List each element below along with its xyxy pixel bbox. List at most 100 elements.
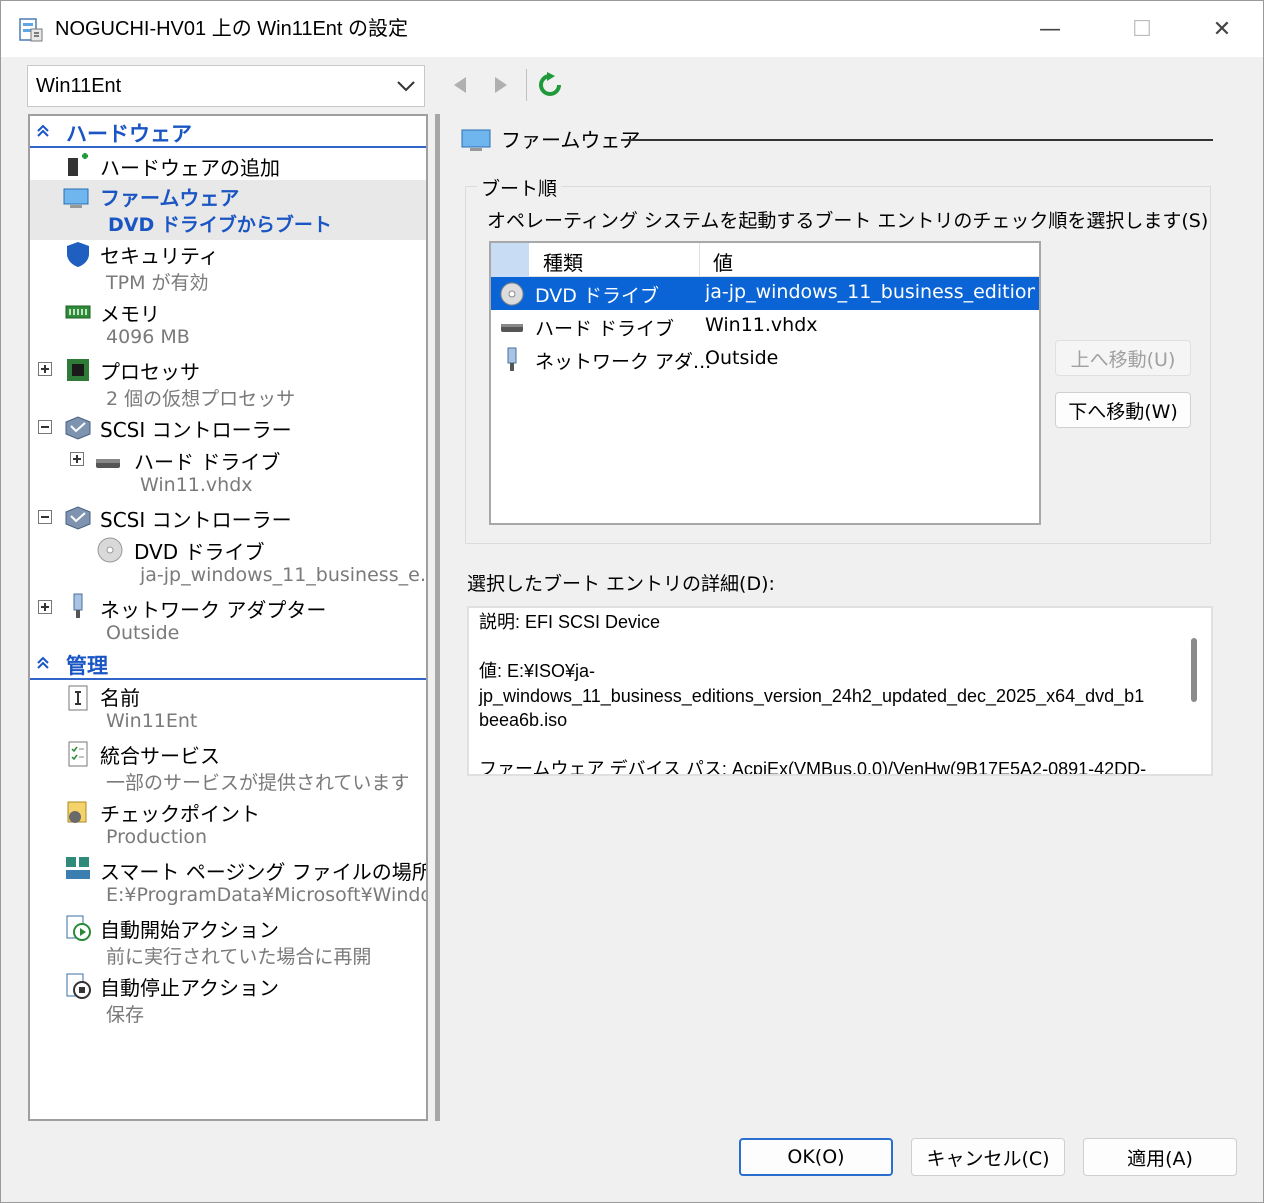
ok-button[interactable]: OK(O)	[739, 1138, 893, 1176]
header-icon-column	[491, 243, 529, 277]
minimize-icon: —	[1039, 16, 1061, 42]
collapse-icon	[37, 656, 49, 669]
scsi-controller-icon	[65, 416, 91, 440]
smart-paging-icon	[66, 857, 90, 879]
tree-item-dvd-drive[interactable]: DVD ドライブ	[134, 536, 265, 565]
back-arrow-icon[interactable]	[448, 71, 474, 99]
boot-entry-list[interactable]: 種類 値 DVD ドライブ ja-jp_windows_11_business_…	[489, 241, 1041, 525]
network-adapter-icon	[507, 347, 517, 371]
chevron-down-icon	[397, 81, 415, 92]
tree-item-auto-start-sub: 前に実行されていた場合に再開	[106, 946, 372, 968]
tree-item-name-sub: Win11Ent	[106, 710, 198, 732]
move-down-button[interactable]: 下へ移動(W)	[1055, 392, 1191, 428]
settings-tree: ハードウェア ハードウェアの追加 ファームウェア DVD ドライブからブート セ…	[28, 114, 428, 1121]
name-icon	[68, 685, 88, 711]
shield-icon	[67, 242, 89, 267]
tree-item-auto-stop-sub: 保存	[106, 1004, 145, 1026]
pane-splitter[interactable]	[435, 114, 440, 1121]
expand-hard-drive-toggle[interactable]	[70, 452, 84, 466]
close-button[interactable]: ✕	[1191, 7, 1253, 51]
processor-icon	[67, 359, 89, 381]
tree-item-processor-sub: 2 個の仮想プロセッサ	[106, 388, 296, 410]
network-adapter-icon	[73, 593, 83, 618]
boot-entry-row[interactable]: ネットワーク アダ... Outside	[491, 343, 1039, 376]
expand-network-toggle[interactable]	[38, 600, 52, 614]
details-label: 選択したブート エントリの詳細(D):	[467, 573, 775, 595]
tree-item-checkpoint-sub: Production	[106, 826, 208, 848]
apply-button[interactable]: 適用(A)	[1083, 1138, 1237, 1176]
tree-item-integration-services[interactable]: 統合サービス	[100, 740, 220, 769]
tree-item-checkpoint[interactable]: チェックポイント	[100, 798, 260, 827]
tree-item-name[interactable]: 名前	[100, 682, 140, 711]
maximize-button[interactable]: ☐	[1111, 7, 1173, 51]
details-text: 説明: EFI SCSI Device 値: E:¥ISO¥ja- jp_win…	[479, 612, 1147, 776]
auto-stop-icon	[66, 973, 91, 999]
tree-item-processor[interactable]: プロセッサ	[100, 356, 200, 385]
settings-window: NOGUCHI-HV01 上の Win11Ent の設定 — ☐ ✕ Win11…	[0, 0, 1264, 1203]
tree-item-integration-services-sub: 一部のサービスが提供されています	[106, 772, 410, 794]
boot-entry-value: Outside	[705, 347, 779, 369]
hard-drive-icon	[96, 459, 120, 468]
dvd-drive-icon	[500, 282, 524, 306]
tree-item-security[interactable]: セキュリティ	[100, 240, 219, 269]
boot-entry-details[interactable]: 説明: EFI SCSI Device 値: E:¥ISO¥ja- jp_win…	[467, 606, 1213, 776]
title-bar: NOGUCHI-HV01 上の Win11Ent の設定 — ☐ ✕	[1, 1, 1263, 57]
column-header-type[interactable]: 種類	[543, 247, 583, 276]
integration-services-icon	[68, 741, 88, 767]
move-up-button[interactable]: 上へ移動(U)	[1055, 340, 1191, 376]
boot-entry-type: DVD ドライブ	[535, 285, 659, 307]
details-scrollbar[interactable]	[1191, 638, 1197, 702]
dvd-drive-icon	[97, 537, 123, 563]
tree-item-scsi-2[interactable]: SCSI コントローラー	[100, 504, 292, 533]
boot-order-legend: ブート順	[477, 174, 562, 201]
toolbar-separator	[526, 69, 527, 101]
auto-start-icon	[66, 915, 91, 941]
tree-item-firmware[interactable]: ファームウェア	[100, 182, 239, 211]
vm-selector-value: Win11Ent	[36, 74, 122, 97]
maximize-icon: ☐	[1132, 16, 1152, 42]
tree-item-auto-start[interactable]: 自動開始アクション	[100, 914, 279, 943]
tree-item-firmware-sub: DVD ドライブからブート	[108, 214, 332, 236]
expand-processor-toggle[interactable]	[38, 362, 52, 376]
tree-item-smart-paging[interactable]: スマート ページング ファイルの場所	[100, 856, 426, 885]
tree-item-memory-sub: 4096 MB	[106, 326, 190, 348]
tree-item-auto-stop[interactable]: 自動停止アクション	[100, 972, 279, 1001]
scsi-controller-icon	[65, 506, 91, 530]
boot-entry-type: ネットワーク アダ...	[535, 351, 712, 373]
forward-arrow-icon[interactable]	[487, 71, 513, 99]
tree-item-network-adapter-sub: Outside	[106, 622, 180, 644]
refresh-icon[interactable]	[537, 71, 563, 99]
section-hardware[interactable]: ハードウェア	[30, 116, 426, 148]
heading-rule	[621, 139, 1213, 141]
tree-item-security-sub: TPM が有効	[106, 272, 209, 294]
section-hardware-label: ハードウェア	[66, 122, 192, 146]
cancel-button[interactable]: キャンセル(C)	[911, 1138, 1065, 1176]
firmware-icon	[461, 129, 491, 151]
tree-item-scsi-1[interactable]: SCSI コントローラー	[100, 414, 292, 443]
vm-selector[interactable]: Win11Ent	[27, 65, 425, 107]
tree-item-hard-drive[interactable]: ハード ドライブ	[134, 446, 280, 475]
section-management[interactable]: 管理	[30, 648, 426, 680]
section-management-label: 管理	[66, 654, 108, 678]
column-header-value[interactable]: 値	[713, 247, 733, 276]
firmware-heading: ファームウェア	[501, 128, 641, 152]
column-divider[interactable]	[699, 243, 700, 277]
boot-entry-value: Win11.vhdx	[705, 314, 818, 336]
memory-icon	[65, 305, 91, 319]
tree-item-memory[interactable]: メモリ	[100, 298, 160, 327]
collapse-scsi-1-toggle[interactable]	[38, 420, 52, 434]
tree-item-smart-paging-sub: E:¥ProgramData¥Microsoft¥Windo…	[106, 884, 428, 906]
firmware-icon	[63, 188, 89, 208]
minimize-button[interactable]: —	[1019, 7, 1081, 51]
boot-entry-row[interactable]: DVD ドライブ ja-jp_windows_11_business_editi…	[491, 277, 1039, 310]
boot-order-description: オペレーティング システムを起動するブート エントリのチェック順を選択します(S…	[487, 210, 1209, 232]
collapse-scsi-2-toggle[interactable]	[38, 510, 52, 524]
tree-item-network-adapter[interactable]: ネットワーク アダプター	[100, 594, 326, 623]
firmware-pane: ファームウェア ブート順 オペレーティング システムを起動するブート エントリの…	[441, 114, 1235, 1121]
tree-item-hard-drive-sub: Win11.vhdx	[140, 474, 253, 496]
boot-entry-value: ja-jp_windows_11_business_editions...	[705, 281, 1035, 303]
tree-item-add-hardware[interactable]: ハードウェアの追加	[100, 152, 280, 181]
hard-drive-icon	[501, 324, 523, 332]
boot-entry-row[interactable]: ハード ドライブ Win11.vhdx	[491, 310, 1039, 343]
boot-list-header: 種類 値	[491, 243, 1039, 277]
